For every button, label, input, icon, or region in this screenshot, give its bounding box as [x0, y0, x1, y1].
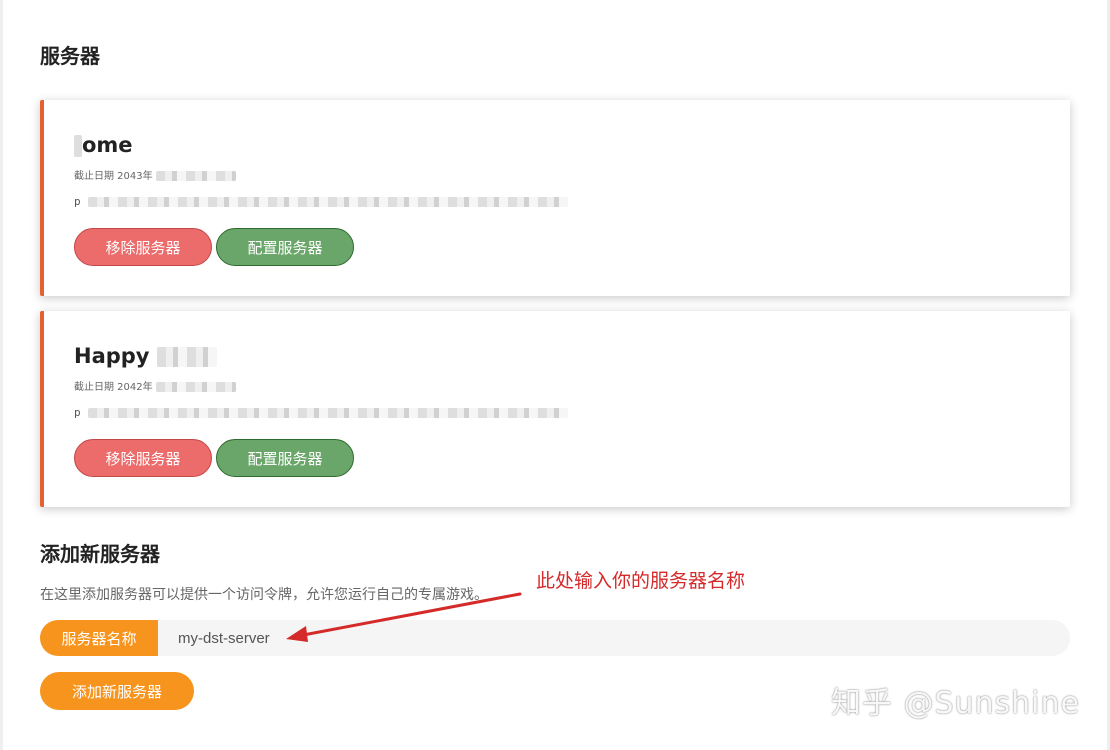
server-expiry: 截止日期 2043年	[74, 170, 236, 184]
server-token: p	[74, 194, 569, 210]
server-actions: 移除服务器 配置服务器	[74, 228, 354, 266]
annotation-label: 此处输入你的服务器名称	[536, 570, 746, 592]
zhihu-watermark: 知乎 @Sunshine	[830, 686, 1080, 721]
server-name: ome	[74, 132, 133, 158]
redacted-mark	[74, 135, 82, 157]
redacted-mark	[88, 197, 569, 207]
server-expiry: 截止日期 2042年	[74, 381, 236, 395]
server-card: ome 截止日期 2043年 p 移除服务器 配置服务器	[40, 100, 1070, 296]
remove-server-button[interactable]: 移除服务器	[74, 439, 212, 477]
configure-server-button[interactable]: 配置服务器	[216, 439, 354, 477]
server-name-input-group: 服务器名称 my-dst-server	[40, 620, 1070, 656]
add-new-server-button[interactable]: 添加新服务器	[40, 672, 194, 710]
server-actions: 移除服务器 配置服务器	[74, 439, 354, 477]
server-token: p	[74, 405, 569, 421]
server-card: Happy 截止日期 2042年 p 移除服务器 配置服务器	[40, 311, 1070, 507]
servers-section-title: 服务器	[40, 44, 100, 68]
add-server-section-title: 添加新服务器	[40, 542, 160, 566]
annotation-arrow-icon	[286, 592, 522, 642]
configure-server-button[interactable]: 配置服务器	[216, 228, 354, 266]
remove-server-button[interactable]: 移除服务器	[74, 228, 212, 266]
redacted-mark	[155, 382, 236, 392]
redacted-mark	[156, 347, 217, 367]
server-name-label: 服务器名称	[40, 620, 158, 656]
server-name: Happy	[74, 343, 217, 369]
redacted-mark	[155, 171, 236, 181]
redacted-mark	[88, 408, 569, 418]
server-management-page: 服务器 ome 截止日期 2043年 p 移除服务器 配置服务器 Happy 截…	[0, 0, 1110, 750]
